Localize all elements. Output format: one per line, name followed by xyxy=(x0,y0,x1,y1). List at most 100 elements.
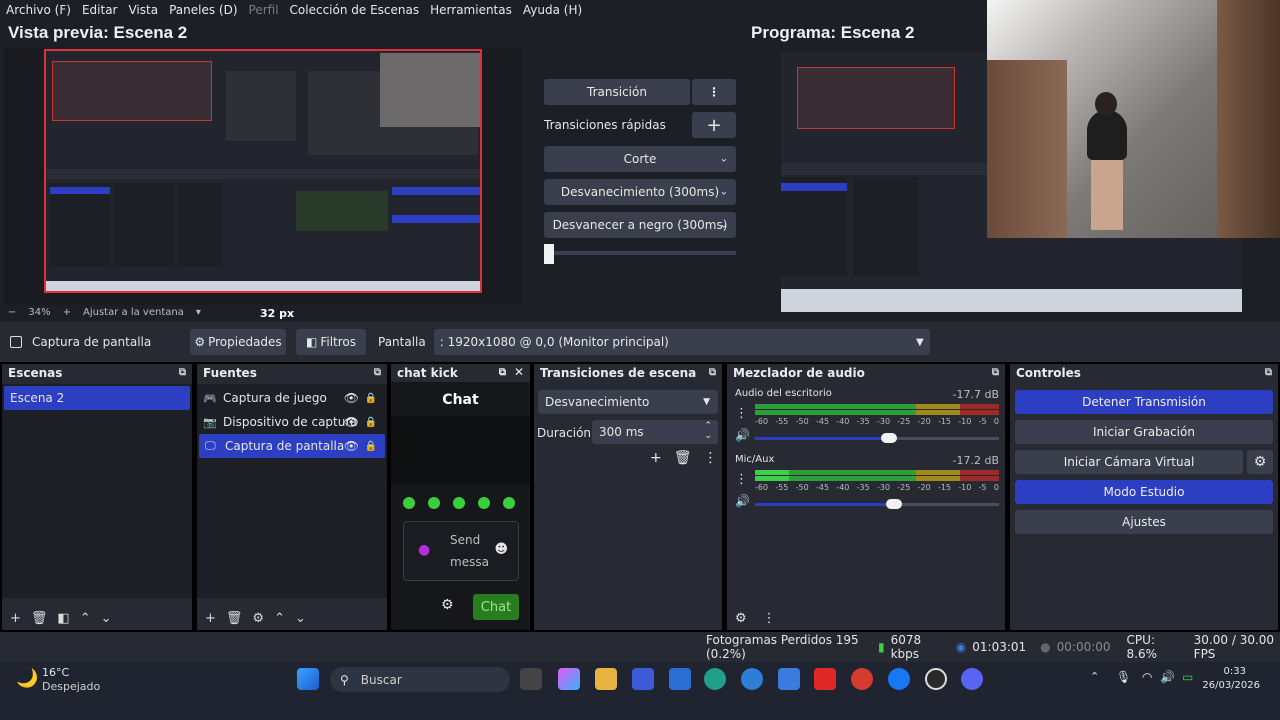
chat-input[interactable]: ● Send messa ☻ xyxy=(403,521,519,581)
start-recording-button[interactable]: Iniciar Grabación xyxy=(1015,420,1273,444)
settings-button[interactable]: Ajustes xyxy=(1015,510,1273,534)
transition-slider-track[interactable] xyxy=(544,251,736,255)
filters-button[interactable]: ◧ Filtros xyxy=(296,329,366,355)
display-select[interactable]: : 1920x1080 @ 0,0 (Monitor principal) ▼ xyxy=(433,329,930,355)
close-icon[interactable]: ✕ xyxy=(514,365,524,379)
add-icon[interactable]: + xyxy=(10,611,21,626)
edge-icon[interactable] xyxy=(704,668,726,690)
lock-icon[interactable]: 🔒 xyxy=(365,417,377,428)
wifi-icon[interactable]: ◠ xyxy=(1142,670,1152,684)
menu-coleccion-escenas[interactable]: Colección de Escenas xyxy=(290,3,420,17)
duration-input[interactable]: 300 ms ⌃ ⌄ xyxy=(592,420,718,444)
folder-icon[interactable] xyxy=(595,668,617,690)
chevron-up-icon[interactable]: ⌃ xyxy=(1090,670,1099,683)
discord-icon[interactable] xyxy=(961,668,983,690)
obs-icon[interactable] xyxy=(925,668,947,690)
start-virtual-camera-button[interactable]: Iniciar Cámara Virtual xyxy=(1015,450,1243,474)
transition-button[interactable]: Transición xyxy=(544,79,690,105)
app-icon[interactable] xyxy=(851,668,873,690)
microphone-icon[interactable]: ● xyxy=(418,542,430,558)
undock-icon[interactable]: ⧉ xyxy=(1265,367,1272,378)
source-item[interactable]: 📷 Dispositivo de captura 👁 🔒 xyxy=(197,410,387,434)
add-icon[interactable]: + xyxy=(650,450,662,466)
quick-transition-fade-black[interactable]: Desvanecer a negro (300ms) ⌄ xyxy=(544,212,736,238)
speaker-icon[interactable]: 🔊 xyxy=(1160,670,1175,684)
mail-icon[interactable] xyxy=(778,668,800,690)
emoji-icon[interactable]: ☻ xyxy=(494,542,508,557)
source-item[interactable]: 🎮 Captura de juego 👁 🔒 xyxy=(197,386,387,410)
menu-paneles[interactable]: Paneles (D) xyxy=(169,3,237,17)
gear-icon[interactable]: ⚙ xyxy=(735,611,747,626)
menu-herramientas[interactable]: Herramientas xyxy=(430,3,512,17)
copilot-icon[interactable] xyxy=(558,668,580,690)
transition-slider-handle[interactable] xyxy=(544,244,554,264)
chevron-down-icon[interactable]: ▾ xyxy=(196,307,201,318)
chat-send-button[interactable]: Chat xyxy=(473,594,519,620)
emote-icon[interactable] xyxy=(503,497,515,509)
speaker-icon[interactable]: 🔊 xyxy=(735,494,750,508)
eye-icon[interactable]: 👁 xyxy=(344,391,359,405)
up-icon[interactable]: ⌃ xyxy=(274,611,285,626)
eye-icon[interactable]: 👁 xyxy=(344,415,359,429)
undock-icon[interactable]: ⧉ xyxy=(179,367,186,378)
menu-ayuda[interactable]: Ayuda (H) xyxy=(523,3,582,17)
volume-handle[interactable] xyxy=(881,433,898,443)
add-icon[interactable]: + xyxy=(205,611,216,626)
studio-mode-button[interactable]: Modo Estudio xyxy=(1015,480,1273,504)
speaker-icon[interactable]: 🔊 xyxy=(735,428,750,442)
clock-date[interactable]: 26/03/2026 xyxy=(1202,680,1260,691)
sync-icon[interactable] xyxy=(741,668,763,690)
weather-desc[interactable]: Despejado xyxy=(42,680,100,693)
zoom-in-button[interactable]: + xyxy=(63,307,71,318)
emote-icon[interactable] xyxy=(428,497,440,509)
undock-icon[interactable]: ⧉ xyxy=(709,367,716,378)
facebook-icon[interactable] xyxy=(888,668,910,690)
clock-time[interactable]: 0:33 xyxy=(1224,666,1246,677)
stop-stream-button[interactable]: Detener Transmisión xyxy=(1015,390,1273,414)
preview-source-frame[interactable] xyxy=(44,49,482,293)
undock-icon[interactable]: ⧉ xyxy=(499,367,506,378)
volume-handle[interactable] xyxy=(886,499,903,509)
app-icon[interactable] xyxy=(632,668,654,690)
youtube-icon[interactable] xyxy=(814,668,836,690)
emote-icon[interactable] xyxy=(403,497,415,509)
menu-vista[interactable]: Vista xyxy=(128,3,158,17)
transition-select[interactable]: Desvanecimiento ▼ xyxy=(538,390,718,414)
search-box[interactable]: ⚲ Buscar xyxy=(330,667,510,692)
scene-item[interactable]: Escena 2 xyxy=(4,386,190,410)
filter-icon[interactable]: ◧ xyxy=(57,611,69,626)
undock-icon[interactable]: ⧉ xyxy=(992,367,999,378)
menu-editar[interactable]: Editar xyxy=(82,3,118,17)
properties-button[interactable]: ⚙ Propiedades xyxy=(190,329,286,355)
battery-icon[interactable]: ▭ xyxy=(1182,670,1193,684)
menu-archivo[interactable]: Archivo (F) xyxy=(6,3,71,17)
task-view-icon[interactable] xyxy=(520,668,542,690)
quick-transition-cut[interactable]: Corte ⌄ xyxy=(544,146,736,172)
up-icon[interactable]: ⌃ xyxy=(80,611,91,626)
more-vertical-icon[interactable]: ⋮ xyxy=(735,406,748,421)
add-quick-transition-button[interactable]: + xyxy=(692,112,736,138)
down-icon[interactable]: ⌄ xyxy=(295,611,306,626)
more-vertical-icon[interactable]: ⋮ xyxy=(704,450,718,466)
volume-slider[interactable] xyxy=(755,433,999,443)
trash-icon[interactable]: 🗑 xyxy=(31,611,48,626)
zoom-out-button[interactable]: − xyxy=(8,307,16,318)
weather-temp[interactable]: 16°C xyxy=(42,666,69,679)
fit-window-label[interactable]: Ajustar a la ventana xyxy=(83,307,184,318)
stepper-icon[interactable]: ⌃ ⌄ xyxy=(704,421,712,441)
more-vertical-icon[interactable]: ⋮ xyxy=(763,611,776,626)
microphone-icon[interactable]: 🎙 xyxy=(1116,670,1131,684)
more-vertical-icon[interactable]: ⋮ xyxy=(735,472,748,487)
eye-icon[interactable]: 👁 xyxy=(344,439,359,453)
quick-transition-fade[interactable]: Desvanecimiento (300ms) ⌄ xyxy=(544,179,736,205)
lock-icon[interactable]: 🔒 xyxy=(365,393,377,404)
source-item[interactable]: 🖵 Captura de pantalla 👁 🔒 xyxy=(199,434,385,458)
undock-icon[interactable]: ⧉ xyxy=(374,367,381,378)
preview-canvas[interactable]: 32 px xyxy=(4,47,522,320)
trash-icon[interactable]: 🗑 xyxy=(226,611,243,626)
virtual-camera-settings-button[interactable]: ⚙ xyxy=(1247,450,1273,474)
lock-icon[interactable]: 🔒 xyxy=(365,441,377,452)
trash-icon[interactable]: 🗑 xyxy=(674,450,692,466)
gear-icon[interactable]: ⚙ xyxy=(441,597,454,613)
transition-menu-button[interactable]: ⋮ xyxy=(692,79,736,105)
